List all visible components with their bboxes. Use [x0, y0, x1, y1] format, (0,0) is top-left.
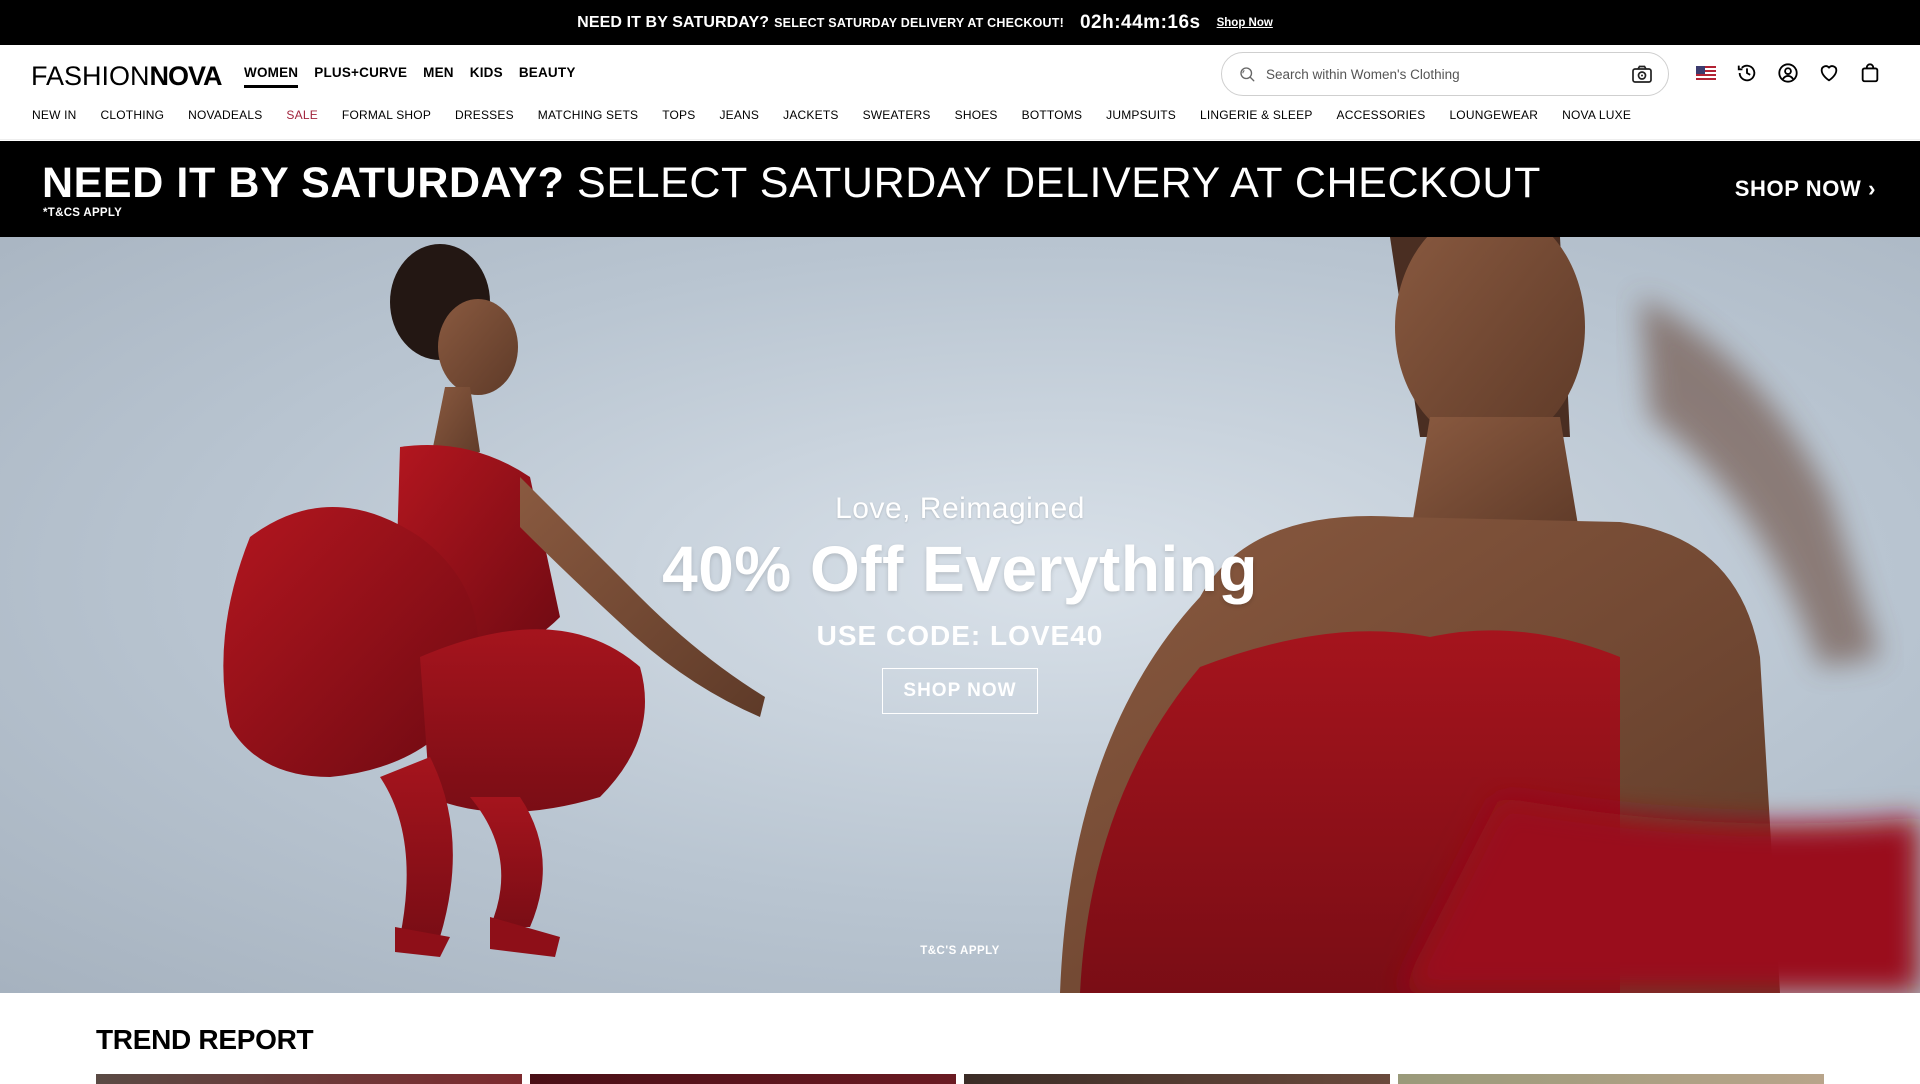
announcement-bar: NEED IT BY SATURDAY? SELECT SATURDAY DEL…	[0, 0, 1920, 45]
nav-shoes[interactable]: SHOES	[955, 108, 998, 122]
hero-headline: 40% Off Everything	[662, 533, 1258, 605]
nav-sale[interactable]: SALE	[286, 108, 318, 122]
saturday-delivery-banner[interactable]: NEED IT BY SATURDAY? SELECT SATURDAY DEL…	[0, 141, 1920, 237]
delivery-banner-bold: NEED IT BY SATURDAY?	[42, 159, 565, 207]
fashion-nova-logo[interactable]: FASHIONNOVA	[31, 61, 223, 92]
search-icon[interactable]	[1238, 65, 1256, 83]
announcement-headline: NEED IT BY SATURDAY?	[577, 13, 770, 31]
delivery-banner-terms: *T&CS APPLY	[43, 207, 123, 219]
nav-jeans[interactable]: JEANS	[719, 108, 759, 122]
hero-banner[interactable]: Love, Reimagined 40% Off Everything USE …	[0, 237, 1920, 993]
department-tabs: WOMEN PLUS+CURVE MEN KIDS BEAUTY	[244, 65, 576, 88]
tab-plus-curve[interactable]: PLUS+CURVE	[314, 65, 407, 88]
nav-jackets[interactable]: JACKETS	[783, 108, 838, 122]
tab-men[interactable]: MEN	[423, 65, 454, 88]
nav-new-in[interactable]: NEW IN	[32, 108, 77, 122]
delivery-banner-rest: SELECT SATURDAY DELIVERY AT CHECKOUT	[577, 159, 1541, 207]
site-header: FASHIONNOVA WOMEN PLUS+CURVE MEN KIDS BE…	[0, 45, 1920, 140]
search-bar	[1221, 52, 1669, 96]
nav-novadeals[interactable]: NOVADEALS	[188, 108, 262, 122]
hero-promo-code: USE CODE: LOVE40	[816, 620, 1104, 651]
trend-report-carousel	[96, 1074, 1824, 1084]
tab-women[interactable]: WOMEN	[244, 65, 299, 88]
announcement-subtext: SELECT SATURDAY DELIVERY AT CHECKOUT!	[774, 15, 1064, 30]
nav-accessories[interactable]: ACCESSORIES	[1337, 108, 1426, 122]
camera-search-icon[interactable]	[1630, 62, 1654, 86]
logo-text-nova: NOVA	[149, 61, 223, 91]
header-icons	[1694, 61, 1882, 85]
history-icon[interactable]	[1735, 61, 1759, 85]
nav-dresses[interactable]: DRESSES	[455, 108, 514, 122]
nav-formal-shop[interactable]: FORMAL SHOP	[342, 108, 431, 122]
hero-shop-now-button[interactable]: SHOP NOW	[882, 668, 1038, 714]
nav-matching-sets[interactable]: MATCHING SETS	[538, 108, 638, 122]
nav-nova-luxe[interactable]: NOVA LUXE	[1562, 108, 1631, 122]
nav-tops[interactable]: TOPS	[662, 108, 695, 122]
tab-beauty[interactable]: BEAUTY	[519, 65, 576, 88]
nav-sweaters[interactable]: SWEATERS	[863, 108, 931, 122]
nav-bottoms[interactable]: BOTTOMS	[1022, 108, 1083, 122]
tab-kids[interactable]: KIDS	[470, 65, 503, 88]
nav-lingerie-sleep[interactable]: LINGERIE & SLEEP	[1200, 108, 1313, 122]
hero-copy: Love, Reimagined 40% Off Everything USE …	[0, 492, 1920, 714]
announcement-shop-now-link[interactable]: Shop Now	[1217, 17, 1273, 29]
trend-card-2[interactable]	[530, 1074, 956, 1084]
trend-card-4[interactable]	[1398, 1074, 1824, 1084]
us-flag-icon[interactable]	[1694, 61, 1718, 85]
search-input[interactable]	[1264, 65, 1630, 83]
shopping-bag-icon[interactable]	[1858, 61, 1882, 85]
delivery-shop-now-button[interactable]: SHOP NOW ›	[1735, 176, 1876, 202]
account-icon[interactable]	[1776, 61, 1800, 85]
trend-card-3[interactable]	[964, 1074, 1390, 1084]
category-nav: NEW IN CLOTHING NOVADEALS SALE FORMAL SH…	[32, 108, 1631, 122]
logo-text-fashion: FASHION	[31, 61, 150, 91]
trend-report-heading: TREND REPORT	[96, 1024, 314, 1055]
countdown-timer: 02h:44m:16s	[1079, 11, 1201, 33]
nav-loungewear[interactable]: LOUNGEWEAR	[1449, 108, 1538, 122]
wishlist-heart-icon[interactable]	[1817, 61, 1841, 85]
nav-jumpsuits[interactable]: JUMPSUITS	[1106, 108, 1176, 122]
hero-kicker: Love, Reimagined	[835, 492, 1085, 525]
hero-terms: T&C'S APPLY	[920, 945, 1000, 957]
nav-clothing[interactable]: CLOTHING	[101, 108, 165, 122]
delivery-banner-headline: NEED IT BY SATURDAY? SELECT SATURDAY DEL…	[42, 159, 1541, 208]
trend-card-1[interactable]	[96, 1074, 522, 1084]
